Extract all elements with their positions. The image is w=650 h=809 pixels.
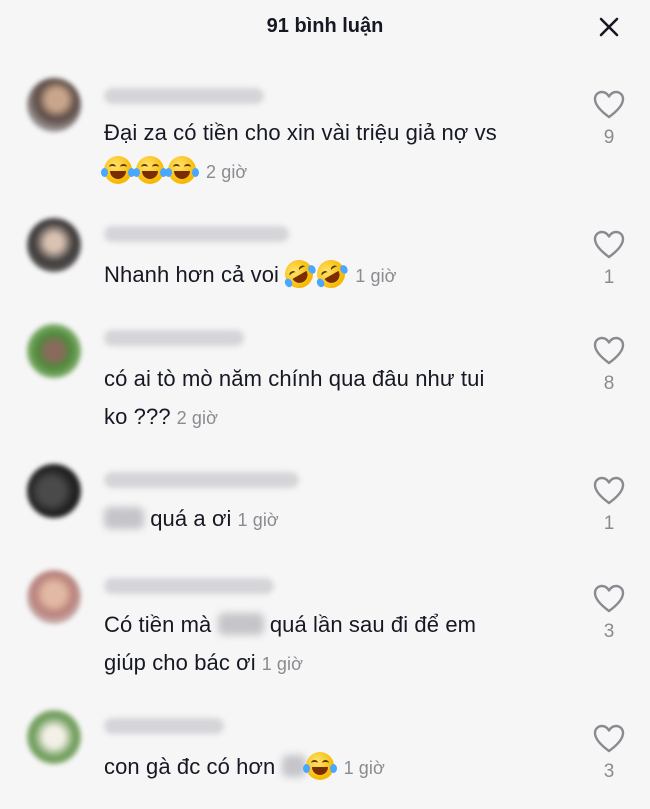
username-blurred[interactable] [104,226,289,242]
comment-text: Nhanh hơn cả voi 1 giờ [104,254,564,295]
comment-body-part1: Có tiền mà [104,612,212,637]
censored-word [281,755,306,777]
username-blurred[interactable] [104,718,224,734]
comment-time: 1 giờ [237,510,279,530]
comment-body: Nhanh hơn cả voi [104,262,280,287]
like-button[interactable]: 1 [590,476,628,535]
comment-time: 1 giờ [261,654,304,674]
like-button[interactable]: 9 [590,90,628,149]
heart-icon[interactable] [593,90,625,120]
comment-text: Đại za có tiền cho xin vài triệu giả nợ … [101,114,564,191]
comment-time: 1 giờ [343,758,385,778]
avatar[interactable] [27,218,81,272]
censored-word [217,613,264,635]
censored-word [104,507,144,529]
like-count: 1 [603,267,615,288]
comments-header: 91 bình luận [0,0,650,56]
comment-time: 1 giờ [355,266,397,286]
comment-text: quá a ơi 1 giờ [104,500,564,539]
avatar[interactable] [27,710,81,764]
comment-text: Có tiền mà quá lần sau đi để em giúp cho… [104,606,564,683]
rofl-emoji [312,254,351,294]
close-icon[interactable] [596,14,622,40]
comment-body: con gà đc có hơn [104,754,276,779]
like-button[interactable]: 8 [590,336,628,395]
comment-text: con gà đc có hơn 1 giờ [104,748,564,787]
tears-of-joy-emoji [165,156,199,184]
like-button[interactable]: 3 [590,584,628,643]
comment-text: có ai tò mò năm chính qua đâu như tui ko… [104,360,564,437]
comment-time: 2 giờ [206,162,248,182]
like-count: 1 [603,513,615,534]
like-count: 9 [603,127,615,148]
like-count: 3 [603,621,615,642]
like-count: 3 [603,761,615,782]
comments-title: 91 bình luận [266,15,384,37]
comment-body-part2: quá lần sau đi để em [269,612,477,637]
avatar[interactable] [27,570,81,624]
heart-icon[interactable] [593,230,625,260]
heart-icon[interactable] [593,584,625,614]
comment-time: 2 giờ [176,408,218,428]
heart-icon[interactable] [593,336,625,366]
rofl-emoji [280,254,319,294]
comment-body-line2: ko ??? [104,404,171,429]
avatar[interactable] [27,464,81,518]
like-button[interactable]: 1 [590,230,628,289]
avatar[interactable] [27,78,81,132]
avatar[interactable] [27,324,81,378]
comment-body: Đại za có tiền cho xin vài triệu giả nợ … [104,120,497,145]
comment-body-line1: có ai tò mò năm chính qua đâu như tui [104,366,485,391]
comment-body: quá a ơi [150,506,232,531]
username-blurred[interactable] [104,330,244,346]
like-count: 8 [603,373,615,394]
comment-body-line2: giúp cho bác ơi [104,650,256,675]
tears-of-joy-emoji [101,156,135,184]
username-blurred[interactable] [104,88,264,104]
tears-of-joy-emoji [133,156,167,184]
tears-of-joy-emoji [302,752,337,780]
heart-icon[interactable] [593,476,625,506]
username-blurred[interactable] [104,472,299,488]
heart-icon[interactable] [593,724,625,754]
like-button[interactable]: 3 [590,724,628,783]
username-blurred[interactable] [104,578,274,594]
